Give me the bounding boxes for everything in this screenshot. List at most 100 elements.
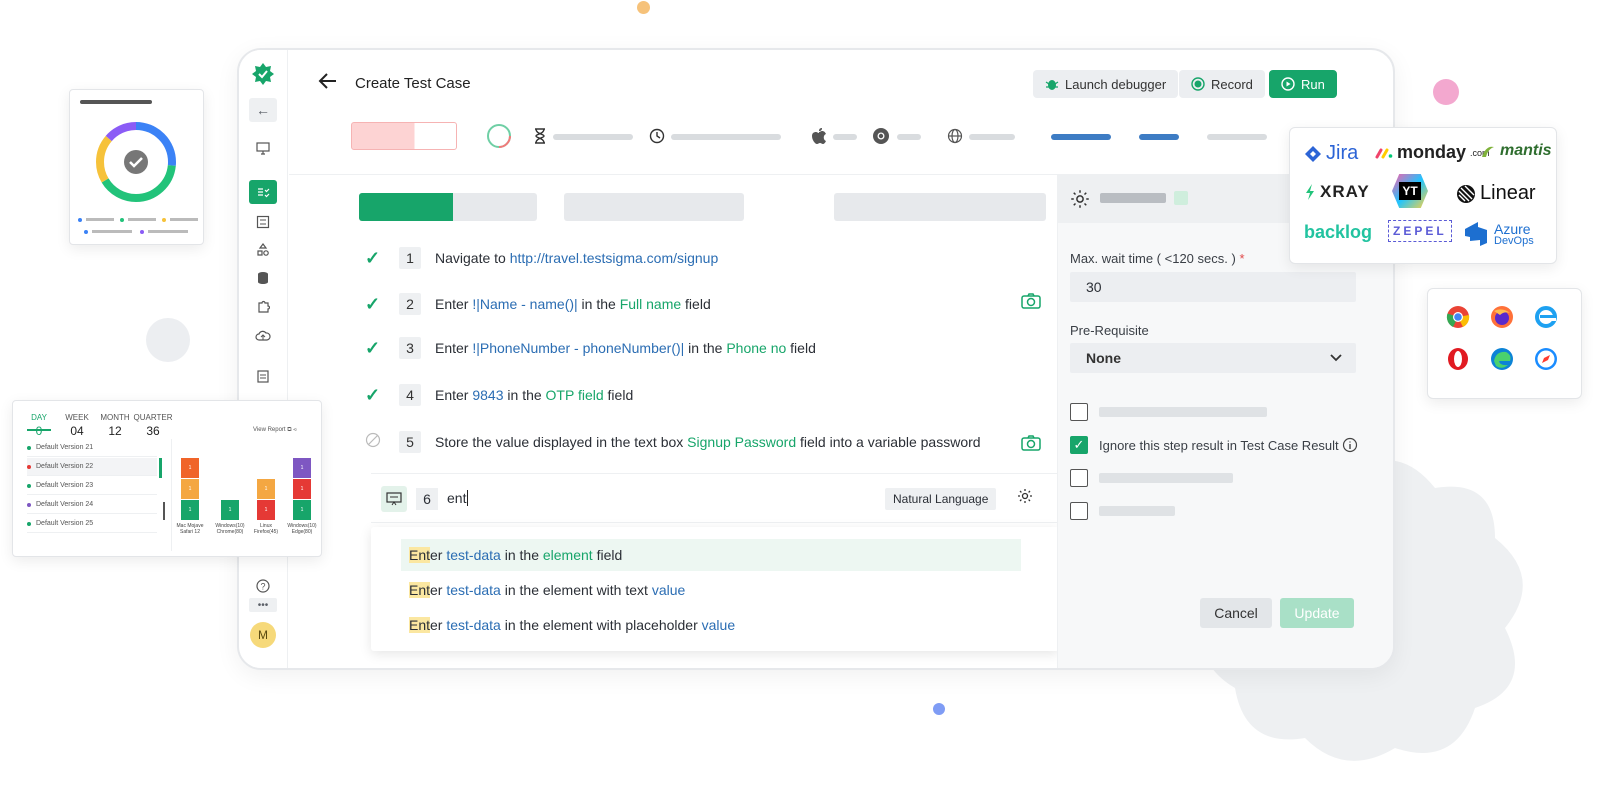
camera-icon[interactable] [1021, 435, 1041, 451]
report-tab-week[interactable]: WEEK 04 [57, 413, 97, 438]
version-row[interactable]: Default Version 25 [27, 515, 157, 533]
jira-icon [1305, 145, 1321, 162]
view-report-link[interactable]: View Report ⧉ ⋖ [253, 427, 297, 434]
step-text: in the [577, 296, 620, 312]
report-tab-day[interactable]: DAY 0 [19, 413, 59, 438]
step-test-data[interactable]: !|Name - name()| [472, 296, 577, 312]
integrations-widget: Jira monday .com mantis XRAY YT Linear ba… [1289, 127, 1557, 264]
option-checkbox-3[interactable] [1070, 469, 1088, 487]
duration-placeholder [553, 134, 633, 140]
settings-gear-icon [1071, 190, 1089, 208]
version-row[interactable]: Default Version 24 [27, 496, 157, 514]
language-mode-badge[interactable]: Natural Language [885, 488, 997, 510]
status-toggle[interactable] [351, 122, 457, 150]
ignore-result-checkbox[interactable]: ✓ [1070, 436, 1088, 454]
bar-segment: 1 [293, 479, 311, 499]
linear-logo: Linear [1456, 182, 1536, 205]
avatar[interactable]: M [250, 622, 276, 648]
record-label: Record [1211, 76, 1253, 92]
decor-dot-pink [1433, 79, 1459, 105]
version-label: Default Version 24 [36, 501, 94, 508]
donut-chart [96, 122, 176, 202]
option-checkbox-4[interactable] [1070, 502, 1088, 520]
step-element[interactable]: Signup Password [687, 434, 796, 450]
opera-icon [1448, 348, 1468, 370]
suggestion-text: element [542, 547, 593, 563]
step-input[interactable]: ent [447, 490, 469, 506]
donut-title-placeholder [80, 100, 152, 104]
tab-steps[interactable] [359, 193, 537, 221]
collapse-arrow-icon[interactable]: ← [249, 98, 277, 122]
mantis-logo: mantis [1480, 142, 1552, 160]
option-checkbox-1[interactable] [1070, 403, 1088, 421]
link-placeholder-2[interactable] [1139, 134, 1179, 140]
version-row[interactable]: Default Version 23 [27, 477, 157, 495]
update-button[interactable]: Update [1280, 598, 1354, 628]
suggestion-item[interactable]: Ent er test-data in the element field [401, 539, 1021, 571]
monday-logo: monday .com [1375, 142, 1490, 163]
run-button[interactable]: Run [1269, 70, 1337, 98]
max-wait-input[interactable]: 30 [1070, 272, 1356, 302]
os-placeholder [833, 134, 857, 140]
info-icon[interactable] [1342, 437, 1358, 453]
suggestion-item[interactable]: Ent er test-data in the element with plac… [401, 609, 1021, 641]
addon-icon[interactable] [249, 294, 277, 318]
more-icon[interactable]: ••• [249, 598, 277, 612]
testsigma-logo-icon[interactable] [249, 62, 277, 86]
cancel-button[interactable]: Cancel [1200, 598, 1272, 628]
link-placeholder-1[interactable] [1051, 134, 1111, 140]
database-icon[interactable] [249, 266, 277, 290]
tab-placeholder-2[interactable] [564, 193, 744, 221]
elements-icon[interactable] [249, 238, 277, 262]
report-tab-quarter[interactable]: QUARTER 36 [133, 413, 173, 438]
help-icon[interactable]: ? [249, 574, 277, 598]
step-type-icon[interactable] [381, 486, 407, 512]
step-element[interactable]: Phone no [726, 340, 786, 356]
report-tab-label: QUARTER [133, 413, 173, 422]
clipboard-icon[interactable] [249, 364, 277, 388]
suggestion-text: field [592, 547, 623, 563]
step-test-data[interactable]: http://travel.testsigma.com/signup [510, 250, 719, 266]
version-label: Default Version 22 [36, 463, 94, 470]
tab-placeholder-3[interactable] [834, 193, 1046, 221]
scroll-indicator[interactable] [159, 458, 162, 478]
clock-icon [649, 128, 665, 144]
suggestion-item[interactable]: Ent er test-data in the element with text… [401, 574, 1021, 606]
step-test-data[interactable]: !|PhoneNumber - phoneNumber()| [472, 340, 684, 356]
step-text: Store the value displayed in the text bo… [435, 434, 688, 450]
step-test-data[interactable]: 9843 [472, 387, 503, 403]
prereq-value: None [1086, 350, 1121, 366]
report-tab-value: 0 [35, 424, 43, 438]
panel-badge-placeholder [1174, 191, 1188, 205]
version-row[interactable]: Default Version 21 [27, 439, 157, 457]
launch-debugger-button[interactable]: Launch debugger [1033, 70, 1179, 98]
record-button[interactable]: Record [1179, 70, 1265, 98]
test-step-row[interactable]: ✓ 2 Enter !|Name - name()| in the Full nam… [365, 291, 711, 317]
back-arrow-icon[interactable] [317, 70, 339, 98]
test-step-row[interactable]: ✓ 1 Navigate to http://travel.testsigma.co… [365, 245, 718, 271]
version-label: Default Version 25 [36, 520, 94, 527]
suite-icon[interactable] [249, 210, 277, 234]
test-step-row[interactable]: ✓ 3 Enter !|PhoneNumber - phoneNumber()| i… [365, 335, 816, 361]
step-settings-gear-icon[interactable] [1017, 488, 1033, 509]
step-passed-check-icon: ✓ [365, 337, 381, 358]
test-step-row[interactable]: ✓ 4 Enter 9843 in the OTP field field [365, 382, 633, 408]
step-passed-check-icon: ✓ [365, 293, 381, 314]
step-element[interactable]: Full name [620, 296, 681, 312]
step-element[interactable]: OTP field [546, 387, 604, 403]
cloud-upload-icon[interactable] [249, 324, 277, 348]
test-cases-icon[interactable] [249, 180, 277, 204]
bar-segment: 1 [221, 500, 239, 520]
report-tab-label: WEEK [65, 413, 89, 422]
prereq-label: Pre-Requisite [1070, 323, 1149, 338]
test-step-row[interactable]: 5 Store the value displayed in the text b… [365, 429, 981, 455]
report-tab-month[interactable]: MONTH 12 [95, 413, 135, 438]
prereq-select[interactable]: None [1070, 343, 1356, 373]
scroll-thumb[interactable] [163, 502, 165, 520]
chrome-icon [1446, 306, 1470, 328]
camera-icon[interactable] [1021, 293, 1041, 309]
bar-segment: 1 [181, 479, 199, 499]
monitor-icon[interactable] [249, 136, 277, 160]
version-row[interactable]: Default Version 22 [27, 458, 157, 476]
suggestion-text: test-data [446, 547, 501, 563]
